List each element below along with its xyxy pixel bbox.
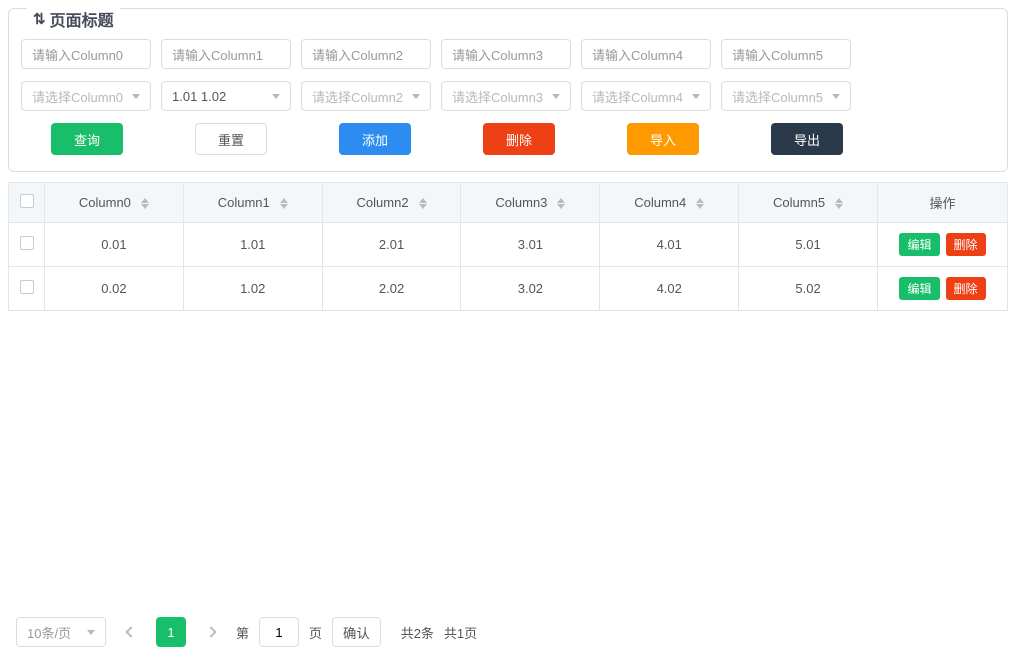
filter-select-column2[interactable]: 请选择Column2 [301,81,431,111]
chevron-down-icon [692,94,700,99]
filter-input-column4[interactable]: 请输入Column4 [581,39,711,69]
chevron-left-icon [125,626,136,637]
table-cell: 3.01 [461,223,600,267]
row-delete-button[interactable]: 删除 [946,233,986,256]
input-row: 请输入Column0 请输入Column1 请输入Column2 请输入Colu… [21,39,995,69]
query-button[interactable]: 查询 [51,123,123,155]
export-button[interactable]: 导出 [771,123,843,155]
add-button[interactable]: 添加 [339,123,411,155]
next-page-button[interactable] [196,617,226,647]
table-cell: 2.02 [322,267,461,311]
sort-icon [835,198,843,209]
table-row: 0.011.012.013.014.015.01编辑删除 [9,223,1008,267]
sort-icon [419,198,427,209]
row-checkbox[interactable] [20,280,34,294]
table-cell: 3.02 [461,267,600,311]
collapse-icon[interactable]: ⇅ [33,10,46,28]
reset-button[interactable]: 重置 [195,123,267,155]
panel-title-text: 页面标题 [50,7,114,31]
column-header-2[interactable]: Column2 [322,183,461,223]
pagination-bar: 10条/页 1 第 页 确认 共2条 共1页 [16,617,1000,647]
row-checkbox[interactable] [20,236,34,250]
table-cell: 1.02 [183,267,322,311]
table-cell: 4.02 [600,267,739,311]
filter-input-column2[interactable]: 请输入Column2 [301,39,431,69]
select-all-checkbox[interactable] [20,194,34,208]
sort-icon [141,198,149,209]
total-pages-label: 共1页 [444,623,477,642]
page-number-1[interactable]: 1 [156,617,186,647]
jump-prefix-label: 第 [236,623,249,642]
select-row: 请选择Column0 1.01 1.02 请选择Column2 请选择Colum… [21,81,995,111]
data-table: Column0 Column1 Column2 Column3 Column4 … [8,182,1008,311]
sort-icon [696,198,704,209]
jump-suffix-label: 页 [309,623,322,642]
row-delete-button[interactable]: 删除 [946,277,986,300]
column-header-5[interactable]: Column5 [739,183,878,223]
operation-cell: 编辑删除 [878,267,1008,311]
table-cell: 4.01 [600,223,739,267]
filter-select-column0[interactable]: 请选择Column0 [21,81,151,111]
filter-input-column1[interactable]: 请输入Column1 [161,39,291,69]
panel-title: ⇅ 页面标题 [27,7,120,31]
sort-icon [280,198,288,209]
operation-cell: 编辑删除 [878,223,1008,267]
table-cell: 5.01 [739,223,878,267]
filter-input-column3[interactable]: 请输入Column3 [441,39,571,69]
chevron-down-icon [132,94,140,99]
table-cell: 2.01 [322,223,461,267]
row-edit-button[interactable]: 编辑 [899,233,939,256]
delete-button[interactable]: 删除 [483,123,555,155]
chevron-down-icon [272,94,280,99]
table-row: 0.021.022.023.024.025.02编辑删除 [9,267,1008,311]
filter-input-column5[interactable]: 请输入Column5 [721,39,851,69]
jump-page-input[interactable] [259,617,299,647]
action-button-row: 查询 重置 添加 删除 导入 导出 [21,123,995,155]
column-header-3[interactable]: Column3 [461,183,600,223]
table-cell: 0.01 [45,223,184,267]
filter-select-column5[interactable]: 请选择Column5 [721,81,851,111]
total-records-label: 共2条 [401,623,434,642]
page-size-select[interactable]: 10条/页 [16,617,106,647]
chevron-down-icon [412,94,420,99]
chevron-down-icon [552,94,560,99]
operation-header: 操作 [878,183,1008,223]
table-cell: 1.01 [183,223,322,267]
table-cell: 5.02 [739,267,878,311]
column-header-4[interactable]: Column4 [600,183,739,223]
jump-confirm-button[interactable]: 确认 [332,617,381,647]
select-all-header [9,183,45,223]
column-header-1[interactable]: Column1 [183,183,322,223]
table-cell: 0.02 [45,267,184,311]
row-edit-button[interactable]: 编辑 [899,277,939,300]
filter-panel: ⇅ 页面标题 请输入Column0 请输入Column1 请输入Column2 … [8,8,1008,172]
chevron-down-icon [832,94,840,99]
import-button[interactable]: 导入 [627,123,699,155]
filter-select-column1[interactable]: 1.01 1.02 [161,81,291,111]
filter-input-column0[interactable]: 请输入Column0 [21,39,151,69]
filter-select-column3[interactable]: 请选择Column3 [441,81,571,111]
chevron-right-icon [205,626,216,637]
prev-page-button[interactable] [116,617,146,647]
column-header-0[interactable]: Column0 [45,183,184,223]
sort-icon [557,198,565,209]
chevron-down-icon [87,630,95,635]
filter-select-column4[interactable]: 请选择Column4 [581,81,711,111]
